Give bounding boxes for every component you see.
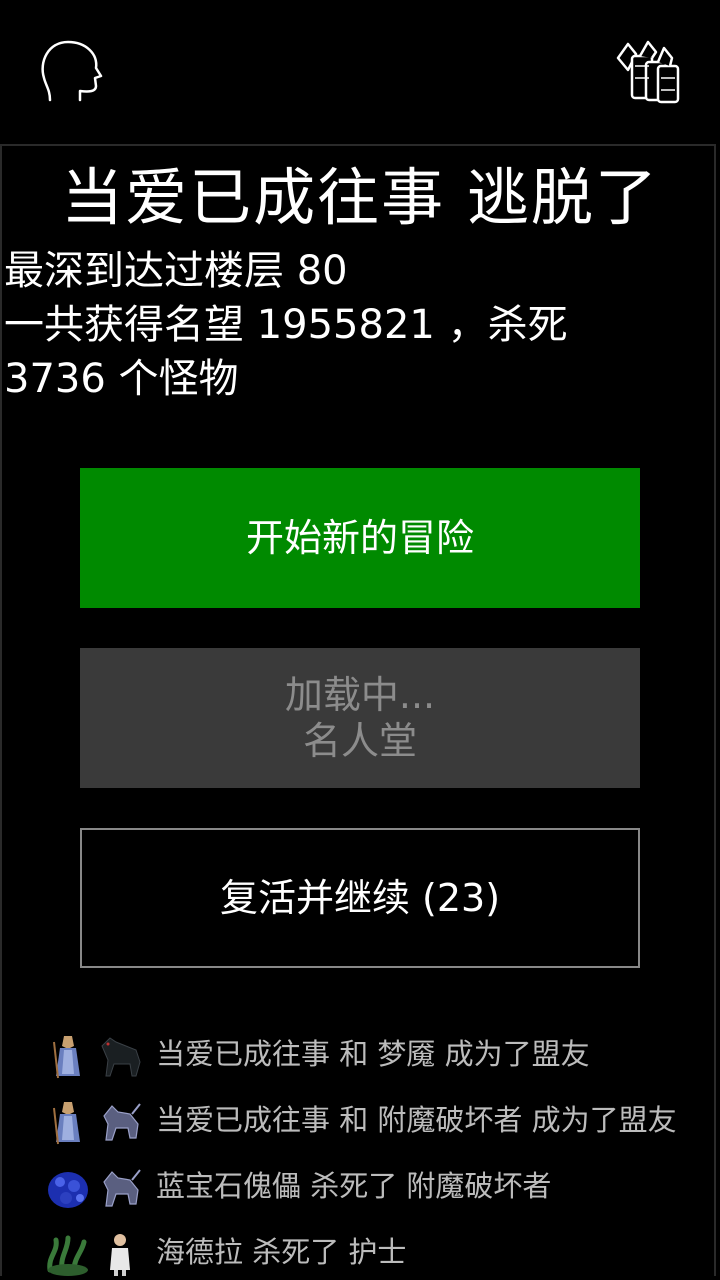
feed-item: 当爱已成往事 和 梦魇 成为了盟友 [2,1026,714,1086]
hall-loading-label: 加载中... [284,673,436,717]
sapphire-golem-icon [48,1172,88,1208]
enchanted-destroyer-icon [103,1103,141,1141]
new-adventure-label: 开始新的冒险 [245,516,474,560]
profile-head-icon[interactable] [36,38,104,106]
feed-item: 海德拉 杀死了 护士 [2,1224,714,1276]
wizard-hero-icon [53,1036,80,1079]
deepest-floor-text: 最深到达过楼层 80 [4,248,348,294]
hydra-icon [47,1235,88,1276]
feed-text: 当爱已成往事 和 梦魇 成为了盟友 [156,1037,590,1071]
group-cards-icon[interactable] [614,36,682,104]
monster-count-text: 3736 个怪物 [4,356,239,402]
enchanted-destroyer-icon [103,1169,141,1207]
top-bar [0,0,720,144]
game-over-panel: 当爱已成往事 逃脱了 最深到达过楼层 80 一共获得名望 1955821 ，杀死… [0,144,716,1276]
new-adventure-button[interactable]: 开始新的冒险 [80,468,640,608]
hall-of-fame-label: 名人堂 [302,719,417,763]
feed-text: 海德拉 杀死了 护士 [156,1235,407,1269]
wizard-hero-icon [53,1102,80,1145]
revive-button[interactable]: 复活并继续 (23) [80,828,640,968]
nurse-icon [110,1234,130,1276]
hall-of-fame-button[interactable]: 加载中... 名人堂 [80,648,640,788]
nightmare-horse-icon [101,1037,141,1077]
feed-item: 蓝宝石傀儡 杀死了 附魔破坏者 [2,1158,714,1218]
result-title: 当爱已成往事 逃脱了 [61,161,659,234]
fame-kills-text: 一共获得名望 1955821 ，杀死 [4,302,568,348]
feed-text: 当爱已成往事 和 附魔破坏者 成为了盟友 [156,1103,677,1137]
feed-text: 蓝宝石傀儡 杀死了 附魔破坏者 [156,1169,552,1203]
revive-label: 复活并继续 (23) [219,876,501,920]
run-stats: 最深到达过楼层 80 一共获得名望 1955821 ，杀死 3736 个怪物 [4,244,704,406]
feed-item: 当爱已成往事 和 附魔破坏者 成为了盟友 [2,1092,714,1152]
